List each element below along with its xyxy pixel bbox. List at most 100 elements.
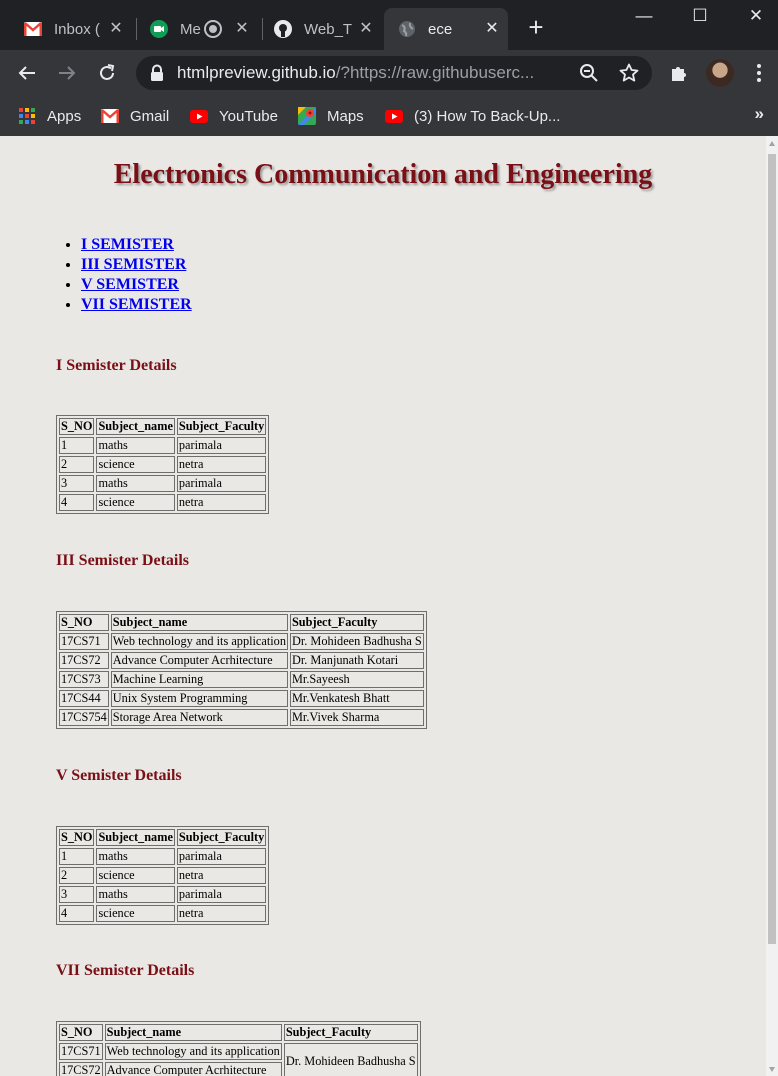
recording-icon [204,20,222,38]
column-header: Subject_Faculty [283,1024,418,1041]
bookmark-label: YouTube [219,107,278,125]
close-tab-icon[interactable]: ✕ [232,19,252,39]
profile-avatar[interactable] [706,59,734,87]
table-header-row: S_NO Subject_name Subject_Faculty [59,1024,418,1041]
cell-sno: 2 [59,867,95,884]
page-scrollbar[interactable] [766,136,778,1076]
back-button[interactable] [12,58,42,88]
table-row: 17CS73 Machine Learning Mr.Sayeesh [59,671,424,688]
tab-title: Inbox ( [54,20,100,38]
link-v-semister[interactable]: V SEMISTER [81,276,179,293]
cell-sno: 17CS73 [59,671,109,688]
close-tab-icon[interactable]: ✕ [106,19,126,39]
nav-item: VII SEMISTER [81,295,192,315]
address-bar[interactable]: htmlpreview.github.io/?https://raw.githu… [136,56,652,90]
cell-subject: maths [96,437,175,454]
column-header: Subject_Faculty [289,614,424,631]
bookmark-youtube[interactable]: YouTube [190,104,278,128]
back-arrow-icon [18,66,35,80]
tab-gmail[interactable]: Inbox ( ✕ [14,8,132,50]
close-window-button[interactable]: ✕ [728,0,778,32]
browser-menu-button[interactable] [744,58,774,88]
bookmark-star-icon[interactable] [618,62,640,84]
tab-github[interactable]: Web_T ✕ [264,8,382,50]
column-header: S_NO [59,614,109,631]
cell-subject: science [96,905,175,922]
cell-sno: 3 [59,886,95,903]
cell-faculty: netra [176,456,267,473]
table-row: 2 science netra [59,456,267,473]
close-tab-icon[interactable]: ✕ [356,19,376,39]
table-row: 17CS71 Web technology and its application… [59,1043,418,1076]
subjects-table-iii: S_NO Subject_name Subject_Faculty 17CS71… [56,611,427,729]
meet-icon [150,20,168,38]
maps-icon [298,107,316,125]
cell-subject: Web technology and its application [104,1043,282,1060]
table-row: 2 science netra [59,867,267,884]
column-header: Subject_name [110,614,288,631]
bookmark-maps[interactable]: Maps [298,104,364,128]
column-header: Subject_Faculty [176,829,267,846]
bookmark-youtube-video[interactable]: (3) How To Back-Up... [385,104,560,128]
reload-button[interactable] [92,58,122,88]
tab-meet[interactable]: Me ✕ [140,8,258,50]
tab-title: ece [428,20,453,38]
close-tab-icon[interactable]: ✕ [482,19,502,39]
forward-arrow-icon [59,66,76,80]
cell-sno: 1 [59,848,95,865]
more-vert-icon [757,64,761,82]
cell-subject: science [96,867,175,884]
scroll-down-arrow-icon[interactable] [769,1067,775,1072]
bookmark-gmail[interactable]: Gmail [101,104,169,128]
gmail-icon [24,20,42,38]
cell-faculty: netra [176,867,267,884]
minimize-button[interactable]: — [616,0,672,32]
nav-item: III SEMISTER [81,255,192,275]
link-i-semister[interactable]: I SEMISTER [81,236,174,253]
table-header-row: S_NO Subject_name Subject_Faculty [59,614,424,631]
youtube-icon [385,107,403,125]
zoom-icon[interactable] [578,62,600,84]
lock-icon[interactable] [148,64,166,82]
column-header: Subject_name [96,418,175,435]
bookmark-label: (3) How To Back-Up... [414,107,561,125]
table-header-row: S_NO Subject_name Subject_Faculty [59,418,267,435]
column-header: S_NO [59,1024,103,1041]
table-row: 3 maths parimala [59,475,267,492]
extensions-button[interactable] [664,58,694,88]
table-row: 4 science netra [59,494,267,511]
column-header: S_NO [59,418,95,435]
table-header-row: S_NO Subject_name Subject_Faculty [59,829,267,846]
bookmark-apps[interactable]: Apps [18,104,81,128]
table-row: 1 maths parimala [59,437,267,454]
table-row: 4 science netra [59,905,267,922]
table-row: 3 maths parimala [59,886,267,903]
cell-sno: 4 [59,494,95,511]
cell-faculty: Dr. Manjunath Kotari [289,652,424,669]
forward-button[interactable] [52,58,82,88]
cell-subject: Unix System Programming [110,690,288,707]
tab-strip: Inbox ( ✕ Me ✕ Web_T ✕ ece ✕ + — ☐ ✕ [0,0,778,50]
column-header: S_NO [59,829,95,846]
scrollbar-thumb[interactable] [768,154,776,944]
scroll-up-arrow-icon[interactable] [769,141,775,146]
cell-faculty: parimala [176,848,267,865]
cell-subject: maths [96,475,175,492]
tab-ece[interactable]: ece ✕ [384,8,508,50]
section-heading-iii: III Semister Details [56,552,190,569]
puzzle-icon [672,67,686,81]
maximize-button[interactable]: ☐ [672,0,728,32]
table-row: 17CS71 Web technology and its application… [59,633,424,650]
section-heading-vii: VII Semister Details [56,962,195,979]
page-viewport: Electronics Communication and Engineerin… [0,136,778,1076]
more-bookmarks-button[interactable]: » [755,104,764,124]
link-vii-semister[interactable]: VII SEMISTER [81,296,192,313]
cell-sno: 17CS71 [59,1043,103,1060]
apps-grid-icon [18,107,36,125]
url-text[interactable]: htmlpreview.github.io/?https://raw.githu… [177,63,562,83]
new-tab-button[interactable]: + [522,14,550,42]
cell-subject: Advance Computer Acrhitecture [110,652,288,669]
link-iii-semister[interactable]: III SEMISTER [81,256,186,273]
cell-sno: 17CS72 [59,652,109,669]
tab-divider [262,18,263,40]
